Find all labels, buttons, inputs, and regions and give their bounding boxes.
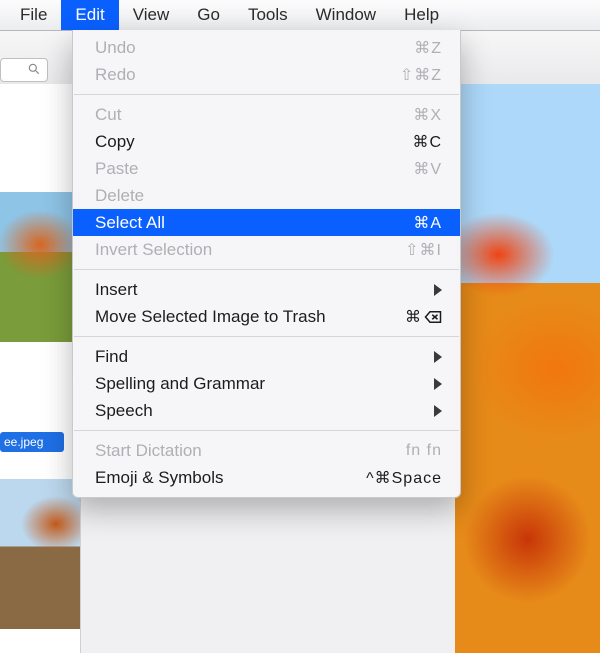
menu-item-label: Paste	[95, 159, 382, 179]
menu-item-shortcut: ⌘	[382, 307, 442, 327]
menu-separator	[74, 336, 459, 337]
menu-item-find[interactable]: Find	[73, 343, 460, 370]
menu-item-shortcut: ⌘V	[382, 159, 442, 179]
menu-edit[interactable]: Edit	[61, 0, 118, 30]
menu-bar: File Edit View Go Tools Window Help	[0, 0, 600, 31]
menu-separator	[74, 430, 459, 431]
menu-tools[interactable]: Tools	[234, 0, 302, 30]
search-field-partial[interactable]	[0, 58, 48, 82]
magnifier-icon	[27, 62, 41, 76]
menu-item-shortcut: fn fn	[382, 442, 442, 460]
command-key-icon: ⌘	[405, 307, 422, 327]
menu-item-move-to-trash[interactable]: Move Selected Image to Trash ⌘	[73, 303, 460, 330]
menu-item-label: Find	[95, 347, 382, 367]
menu-item-spelling-grammar[interactable]: Spelling and Grammar	[73, 370, 460, 397]
menu-item-label: Start Dictation	[95, 441, 382, 461]
menu-item-label: Delete	[95, 186, 382, 206]
menu-item-shortcut: ⇧⌘Z	[382, 65, 442, 85]
menu-item-label: Speech	[95, 401, 382, 421]
menu-item-shortcut: ⌘A	[382, 213, 442, 233]
submenu-arrow-icon	[382, 405, 442, 417]
menu-view[interactable]: View	[119, 0, 184, 30]
menu-window[interactable]: Window	[302, 0, 390, 30]
menu-item-shortcut: ⌘Z	[382, 38, 442, 58]
thumbnail[interactable]	[0, 192, 80, 342]
menu-item-start-dictation[interactable]: Start Dictation fn fn	[73, 437, 460, 464]
menu-item-cut[interactable]: Cut ⌘X	[73, 101, 460, 128]
menu-item-label: Cut	[95, 105, 382, 125]
menu-item-shortcut: ⌘C	[382, 132, 442, 152]
submenu-arrow-icon	[382, 351, 442, 363]
menu-item-label: Select All	[95, 213, 382, 233]
thumbnail[interactable]	[0, 479, 80, 629]
submenu-arrow-icon	[382, 284, 442, 296]
menu-item-label: Redo	[95, 65, 382, 85]
menu-item-paste[interactable]: Paste ⌘V	[73, 155, 460, 182]
menu-item-label: Move Selected Image to Trash	[95, 307, 382, 327]
menu-item-label: Invert Selection	[95, 240, 382, 260]
menu-go[interactable]: Go	[183, 0, 234, 30]
menu-item-label: Insert	[95, 280, 382, 300]
menu-item-select-all[interactable]: Select All ⌘A	[73, 209, 460, 236]
menu-item-emoji-symbols[interactable]: Emoji & Symbols ^⌘Space	[73, 464, 460, 491]
menu-item-label: Spelling and Grammar	[95, 374, 382, 394]
menu-file[interactable]: File	[6, 0, 61, 30]
menu-item-delete[interactable]: Delete	[73, 182, 460, 209]
menu-item-label: Undo	[95, 38, 382, 58]
menu-item-speech[interactable]: Speech	[73, 397, 460, 424]
edit-menu-dropdown: Undo ⌘Z Redo ⇧⌘Z Cut ⌘X Copy ⌘C Paste ⌘V…	[72, 30, 461, 498]
menu-item-label: Copy	[95, 132, 382, 152]
menu-separator	[74, 269, 459, 270]
menu-item-undo[interactable]: Undo ⌘Z	[73, 34, 460, 61]
menu-item-copy[interactable]: Copy ⌘C	[73, 128, 460, 155]
submenu-arrow-icon	[382, 378, 442, 390]
menu-item-label: Emoji & Symbols	[95, 468, 366, 488]
preview-photo	[455, 84, 600, 653]
menu-item-shortcut: ⇧⌘I	[382, 240, 442, 260]
menu-item-shortcut: ⌘X	[382, 105, 442, 125]
thumbnail-column: ee.jpeg .jpg	[0, 84, 81, 653]
selected-filename-label[interactable]: ee.jpeg	[0, 432, 64, 452]
menu-item-shortcut: ^⌘Space	[366, 468, 442, 488]
backspace-icon	[424, 308, 442, 326]
menu-separator	[74, 94, 459, 95]
menu-help[interactable]: Help	[390, 0, 453, 30]
menu-item-redo[interactable]: Redo ⇧⌘Z	[73, 61, 460, 88]
menu-item-invert-selection[interactable]: Invert Selection ⇧⌘I	[73, 236, 460, 263]
menu-item-insert[interactable]: Insert	[73, 276, 460, 303]
